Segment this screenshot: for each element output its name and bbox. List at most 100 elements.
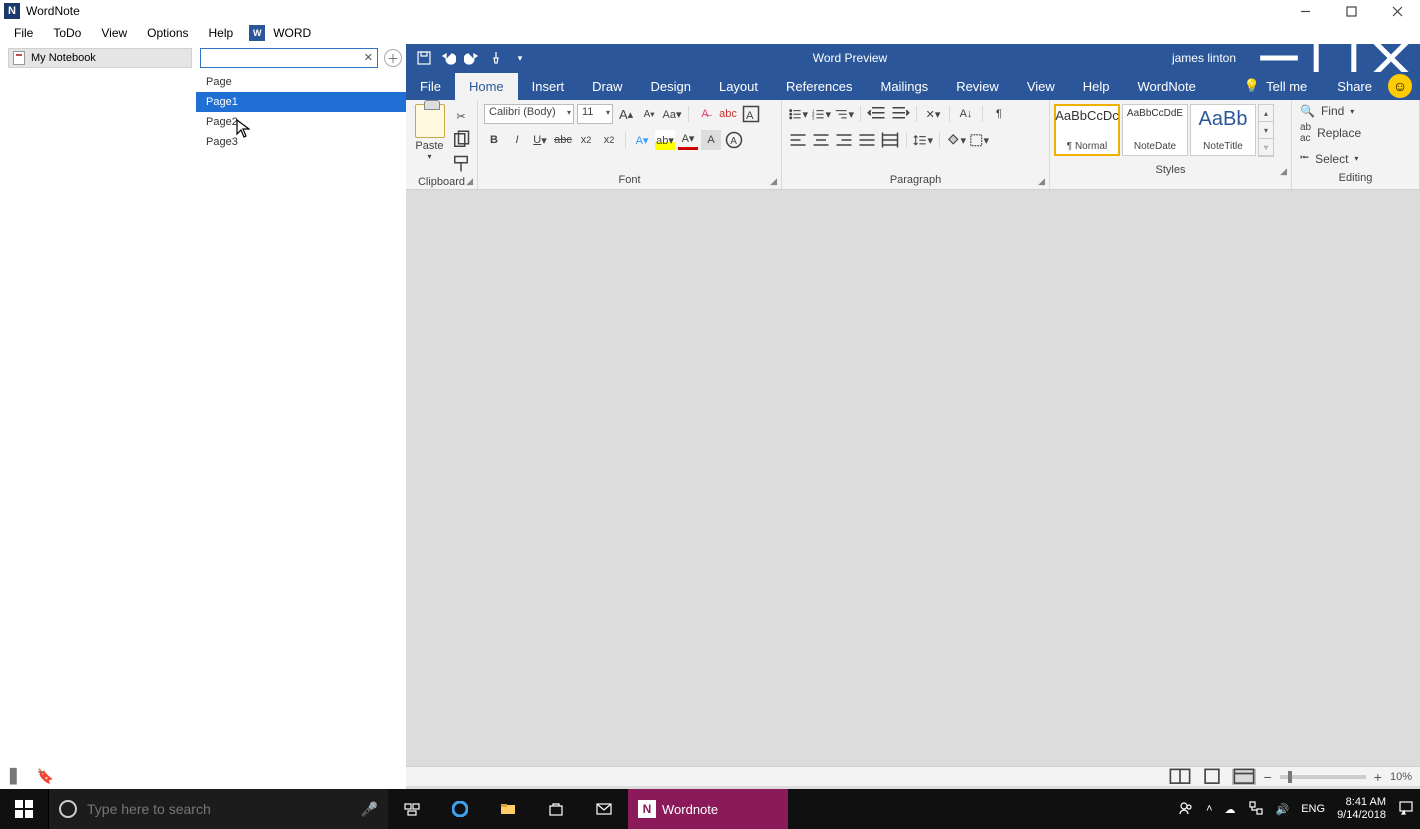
taskbar-mail-icon[interactable] bbox=[580, 789, 628, 829]
change-case-icon[interactable]: Aa▾ bbox=[662, 104, 682, 124]
char-shading-icon[interactable]: A bbox=[701, 130, 721, 150]
style-normal[interactable]: AaBbCcDc ¶ Normal bbox=[1054, 104, 1120, 156]
text-effects-icon[interactable]: A▾ bbox=[632, 130, 652, 150]
taskbar-explorer-icon[interactable] bbox=[484, 789, 532, 829]
word-user-name[interactable]: james linton bbox=[1172, 51, 1236, 65]
tray-network-icon[interactable] bbox=[1248, 800, 1264, 819]
line-spacing-icon[interactable]: ▾ bbox=[913, 130, 933, 150]
tab-references[interactable]: References bbox=[772, 73, 866, 100]
increase-indent-icon[interactable] bbox=[890, 104, 910, 124]
align-center-icon[interactable] bbox=[811, 130, 831, 150]
replace-button[interactable]: abacReplace bbox=[1300, 122, 1411, 144]
save-icon[interactable] bbox=[416, 50, 432, 66]
web-layout-icon[interactable] bbox=[1232, 769, 1256, 785]
align-right-icon[interactable] bbox=[834, 130, 854, 150]
tab-mailings[interactable]: Mailings bbox=[867, 73, 943, 100]
select-button[interactable]: ⭰Select▾ bbox=[1300, 148, 1411, 169]
tag-icon[interactable]: 🔖 bbox=[37, 768, 54, 785]
styles-dialog-launcher-icon[interactable]: ◢ bbox=[1280, 166, 1287, 177]
zoom-slider[interactable] bbox=[1280, 775, 1366, 779]
decrease-indent-icon[interactable] bbox=[867, 104, 887, 124]
italic-icon[interactable]: I bbox=[507, 130, 527, 150]
read-mode-icon[interactable] bbox=[1168, 769, 1192, 785]
show-marks-icon[interactable]: ¶ bbox=[989, 104, 1009, 124]
tab-help[interactable]: Help bbox=[1069, 73, 1124, 100]
font-color-icon[interactable]: A▾ bbox=[678, 130, 698, 150]
qat-dropdown-icon[interactable]: ▾ bbox=[512, 50, 528, 66]
notebook-selector[interactable]: My Notebook bbox=[8, 48, 192, 68]
page-item-2[interactable]: Page2 bbox=[196, 112, 406, 132]
bullets-icon[interactable]: ▾ bbox=[788, 104, 808, 124]
tab-insert[interactable]: Insert bbox=[518, 73, 579, 100]
strikethrough-icon[interactable]: abc bbox=[553, 130, 573, 150]
start-button[interactable] bbox=[0, 789, 48, 829]
word-document-canvas[interactable] bbox=[406, 190, 1420, 766]
redo-icon[interactable] bbox=[464, 50, 480, 66]
zoom-out-icon[interactable]: − bbox=[1264, 769, 1272, 785]
clear-formatting-icon[interactable]: A̶ bbox=[695, 104, 715, 124]
multilevel-list-icon[interactable]: ▾ bbox=[834, 104, 854, 124]
menu-word[interactable]: WORD bbox=[273, 26, 311, 40]
taskbar-edge-icon[interactable] bbox=[436, 789, 484, 829]
clear-search-icon[interactable]: ✕ bbox=[364, 51, 373, 64]
tray-action-center-icon[interactable] bbox=[1398, 800, 1414, 819]
menu-view[interactable]: View bbox=[93, 24, 135, 42]
tray-chevron-up-icon[interactable]: ˄ bbox=[1206, 803, 1212, 815]
word-close-button[interactable] bbox=[1368, 44, 1414, 72]
grow-font-icon[interactable]: A▴ bbox=[616, 104, 636, 124]
zoom-in-icon[interactable]: + bbox=[1374, 769, 1382, 785]
taskbar-search[interactable]: 🎤 bbox=[48, 789, 388, 829]
feedback-smiley-icon[interactable]: ☺ bbox=[1388, 74, 1412, 98]
copy-icon[interactable] bbox=[451, 130, 471, 150]
character-border-icon[interactable]: A bbox=[741, 104, 761, 124]
page-search-input[interactable]: ✕ bbox=[200, 48, 378, 68]
paste-dropdown-icon[interactable]: ▾ bbox=[427, 152, 431, 161]
menu-todo[interactable]: ToDo bbox=[45, 24, 89, 42]
tab-wordnote[interactable]: WordNote bbox=[1124, 73, 1210, 100]
cut-icon[interactable]: ✂ bbox=[451, 106, 471, 126]
maximize-button[interactable] bbox=[1328, 0, 1374, 22]
superscript-icon[interactable]: x2 bbox=[599, 130, 619, 150]
menu-options[interactable]: Options bbox=[139, 24, 196, 42]
font-dialog-launcher-icon[interactable]: ◢ bbox=[770, 176, 777, 187]
zoom-value[interactable]: 10% bbox=[1390, 771, 1412, 783]
justify-icon[interactable] bbox=[857, 130, 877, 150]
taskbar-store-icon[interactable] bbox=[532, 789, 580, 829]
book-icon[interactable]: ▋ bbox=[10, 768, 21, 785]
borders-icon[interactable]: ▾ bbox=[969, 130, 989, 150]
shading-icon[interactable]: ▾ bbox=[946, 130, 966, 150]
task-view-icon[interactable] bbox=[388, 789, 436, 829]
underline-icon[interactable]: U▾ bbox=[530, 130, 550, 150]
word-maximize-button[interactable] bbox=[1312, 44, 1358, 72]
paragraph-dialog-launcher-icon[interactable]: ◢ bbox=[1038, 176, 1045, 187]
font-size-selector[interactable]: 11▾ bbox=[577, 104, 613, 124]
style-notedate[interactable]: AaBbCcDdE NoteDate bbox=[1122, 104, 1188, 156]
tray-volume-icon[interactable]: 🔊 bbox=[1276, 803, 1290, 816]
undo-icon[interactable] bbox=[440, 50, 456, 66]
phonetic-guide-icon[interactable]: abc bbox=[718, 104, 738, 124]
format-painter-icon[interactable] bbox=[451, 154, 471, 174]
tab-file[interactable]: File bbox=[406, 73, 455, 100]
tab-layout[interactable]: Layout bbox=[705, 73, 772, 100]
close-button[interactable] bbox=[1374, 0, 1420, 22]
find-button[interactable]: 🔍Find▾ bbox=[1300, 104, 1411, 118]
taskbar-wordnote[interactable]: N Wordnote bbox=[628, 789, 788, 829]
word-minimize-button[interactable] bbox=[1256, 44, 1302, 72]
touch-mode-icon[interactable] bbox=[488, 50, 504, 66]
tray-onedrive-icon[interactable]: ☁ bbox=[1225, 803, 1236, 816]
enclose-char-icon[interactable]: A bbox=[724, 130, 744, 150]
asian-layout-icon[interactable]: ✕▾ bbox=[923, 104, 943, 124]
tray-language[interactable]: ENG bbox=[1301, 803, 1325, 815]
taskbar-search-input[interactable] bbox=[87, 801, 351, 817]
page-item-3[interactable]: Page3 bbox=[196, 132, 406, 152]
add-page-button[interactable]: ＋ bbox=[384, 49, 402, 67]
align-left-icon[interactable] bbox=[788, 130, 808, 150]
menu-help[interactable]: Help bbox=[201, 24, 242, 42]
tab-design[interactable]: Design bbox=[637, 73, 705, 100]
tray-people-icon[interactable] bbox=[1178, 800, 1194, 819]
tab-review[interactable]: Review bbox=[942, 73, 1013, 100]
tray-clock[interactable]: 8:41 AM 9/14/2018 bbox=[1337, 796, 1386, 822]
paste-button[interactable]: Paste ▾ bbox=[412, 104, 447, 161]
minimize-button[interactable] bbox=[1282, 0, 1328, 22]
highlight-icon[interactable]: ab▾ bbox=[655, 130, 675, 150]
